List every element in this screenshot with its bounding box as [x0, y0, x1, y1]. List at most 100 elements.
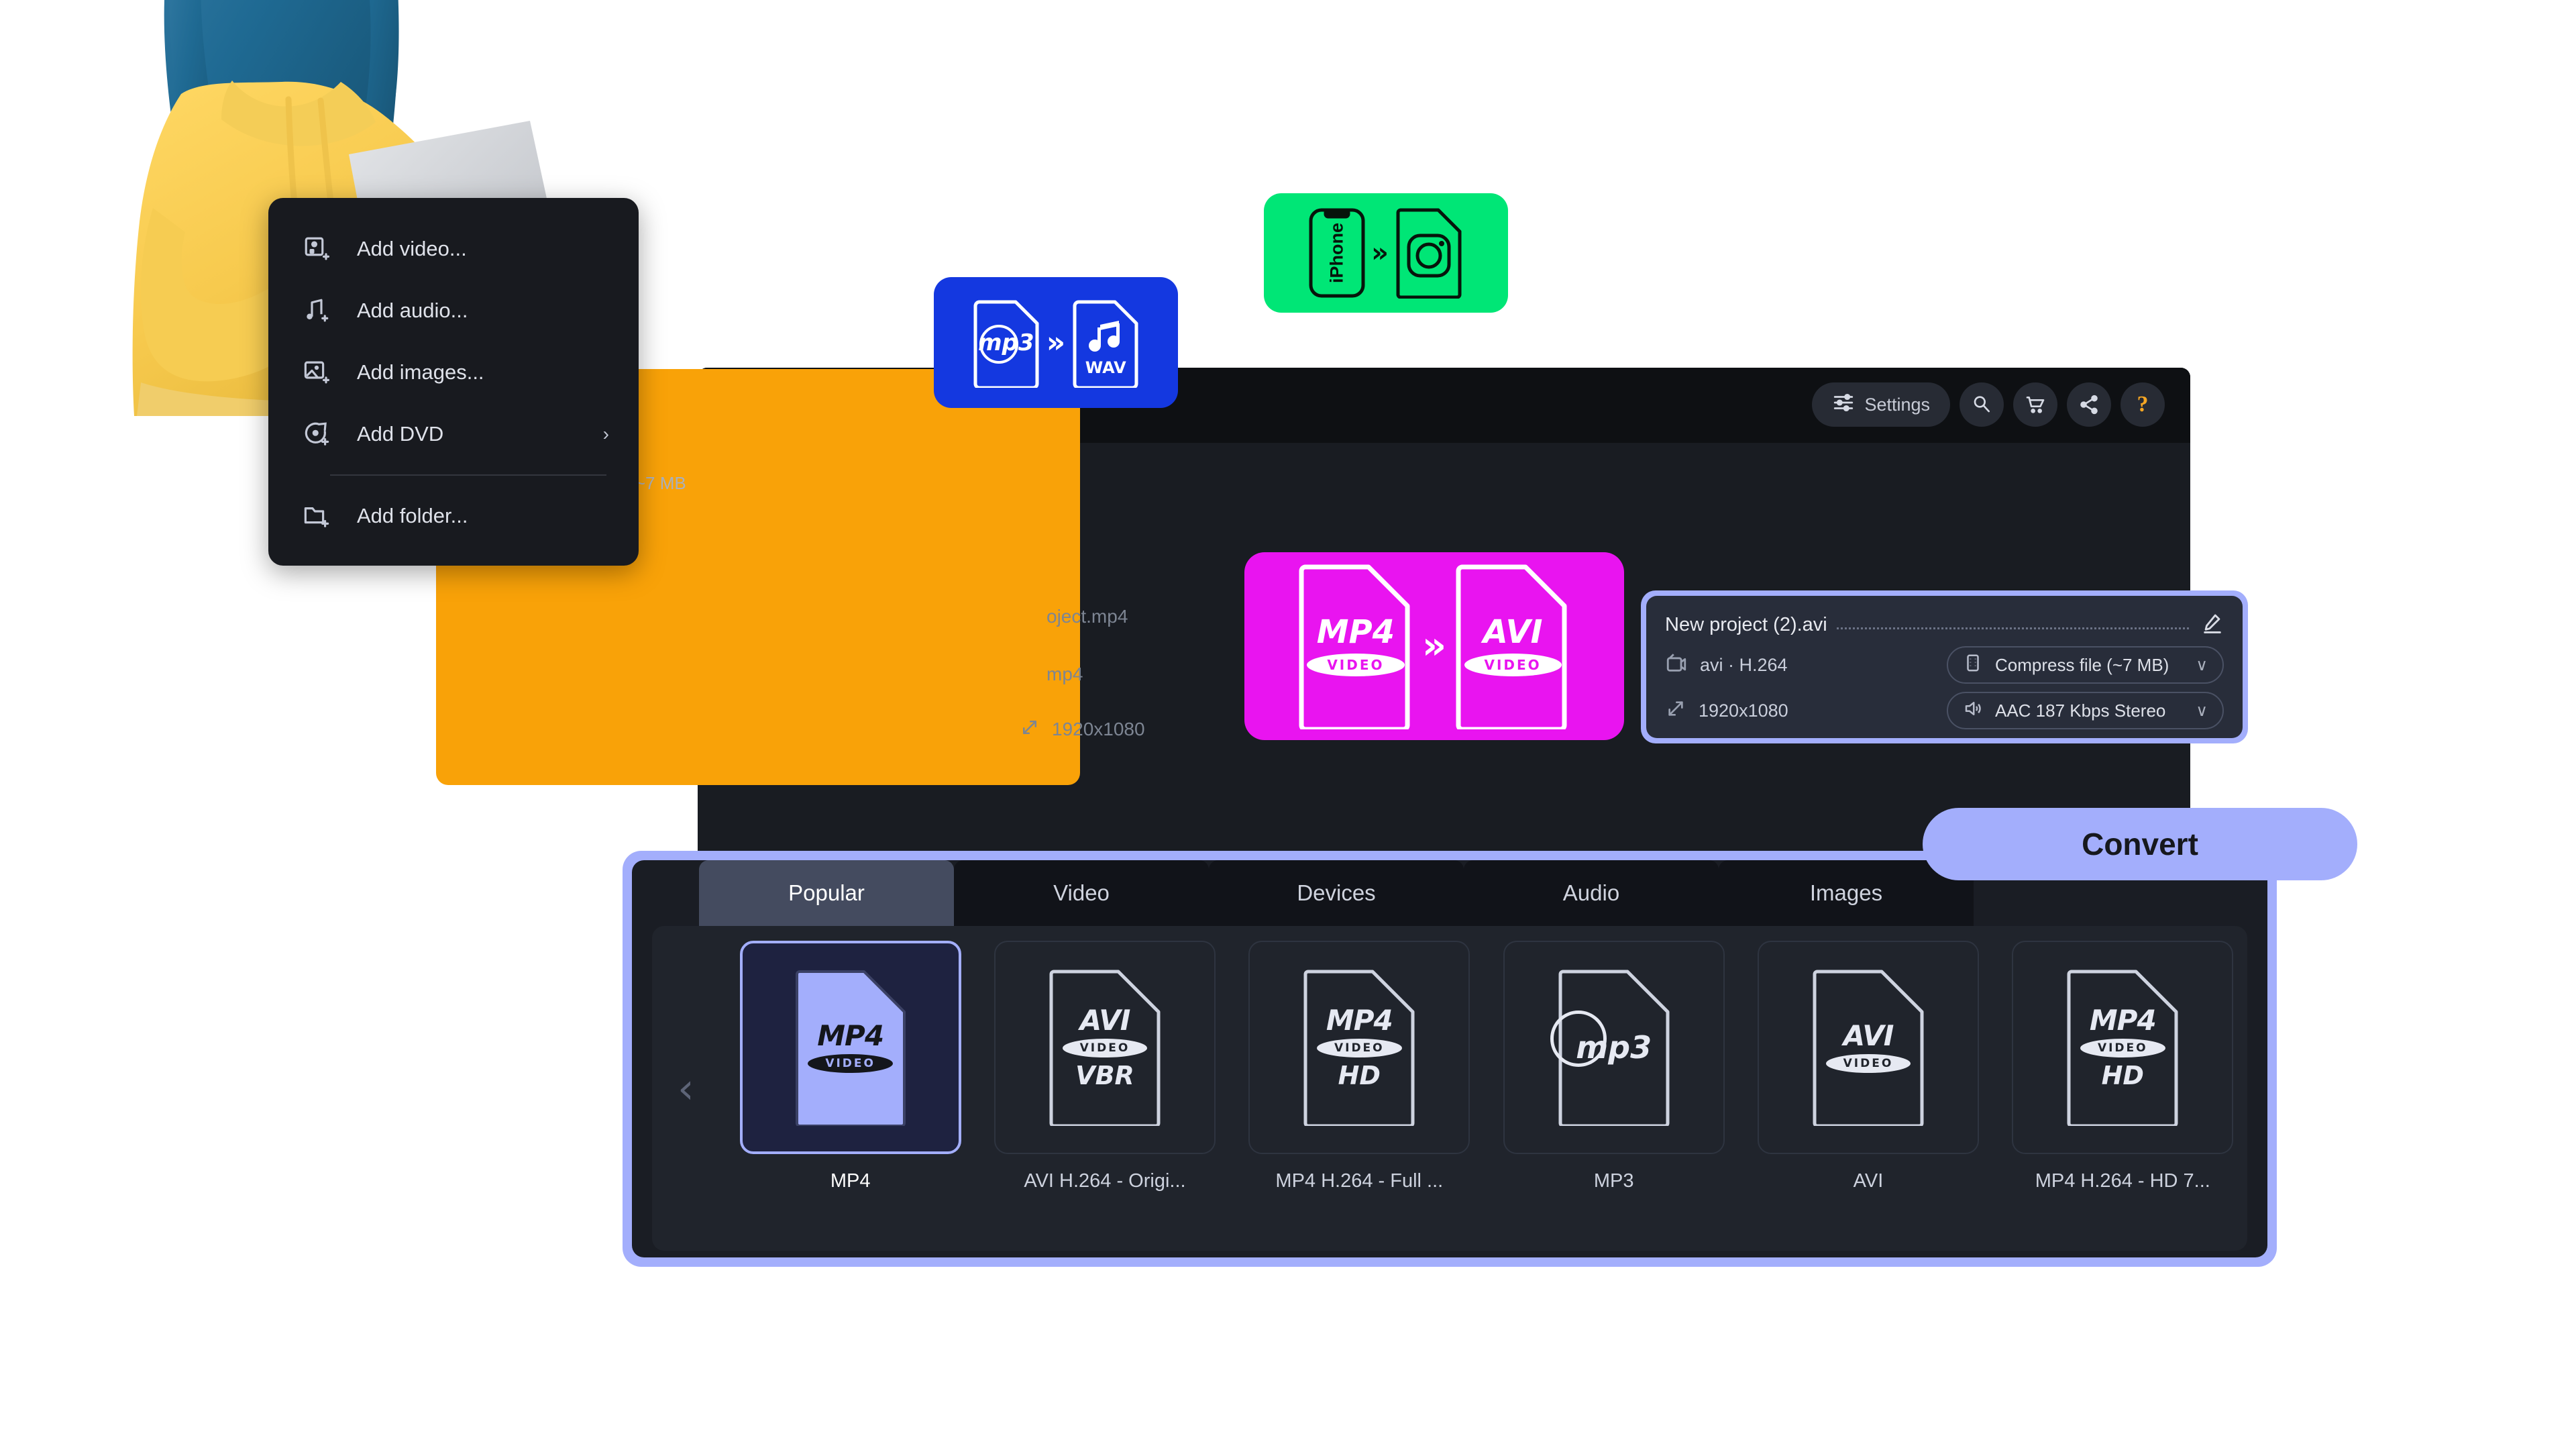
- preset-label: MP4: [830, 1170, 871, 1192]
- search-button[interactable]: [1960, 382, 2004, 427]
- add-audio-icon: [301, 295, 333, 327]
- format-panel: Popular Video Devices Audio Images ‹ MP4…: [632, 860, 2267, 1257]
- menu-item-add-dvd[interactable]: Add DVD ›: [268, 403, 639, 465]
- output-format-info: avi · H.264: [1665, 652, 1947, 679]
- settings-label: Settings: [1864, 394, 1930, 415]
- preset-label: MP4 H.264 - Full ...: [1275, 1170, 1444, 1192]
- mp4-label: MP4: [1316, 613, 1395, 651]
- add-images-icon: [301, 356, 333, 389]
- chevron-down-icon: ∨: [2196, 701, 2208, 720]
- help-icon: ?: [2137, 392, 2149, 417]
- video-pill-label: VIDEO: [1307, 654, 1405, 676]
- output-resolution-row: 1920x1080 AAC 187 Kbps Stereo ∨: [1665, 690, 2224, 731]
- menu-divider: [330, 474, 606, 476]
- output-resolution-value: 1920x1080: [1699, 700, 1788, 721]
- format-panel-highlight: Popular Video Devices Audio Images ‹ MP4…: [623, 851, 2277, 1267]
- preset-mp4-h264-hd-720[interactable]: MP4 VIDEO HD MP4 H.264 - HD 7...: [1998, 941, 2247, 1251]
- resize-icon: [1020, 717, 1040, 741]
- mp4-hd-file-icon: MP4 VIDEO HD: [2063, 969, 2182, 1126]
- pencil-icon[interactable]: [2201, 612, 2224, 638]
- menu-item-label: Add DVD: [357, 422, 444, 446]
- film-strip-icon: [1963, 653, 1983, 678]
- cart-button[interactable]: [2013, 382, 2057, 427]
- video-pill-label: VIDEO: [1464, 654, 1562, 676]
- convert-button[interactable]: Convert: [1923, 808, 2357, 880]
- cart-icon: [2025, 394, 2046, 415]
- preset-thumbnail: mp3: [1503, 941, 1725, 1154]
- menu-item-label: Add folder...: [357, 504, 468, 527]
- iphone-label: iPhone: [1326, 222, 1347, 284]
- tab-label: Devices: [1297, 880, 1376, 905]
- convert-label: Convert: [2082, 827, 2198, 862]
- preset-mp3[interactable]: mp3 MP3: [1489, 941, 1738, 1251]
- preset-label: AVI: [1853, 1170, 1884, 1192]
- preset-mp4[interactable]: MP4 VIDEO MP4: [726, 941, 975, 1251]
- sliders-icon: [1832, 391, 1855, 419]
- settings-button[interactable]: Settings: [1812, 382, 1950, 427]
- menu-item-add-folder[interactable]: Add folder...: [268, 485, 639, 547]
- share-button[interactable]: [2067, 382, 2111, 427]
- add-video-icon: [301, 233, 333, 265]
- badge-iphone-to-instagram: iPhone »: [1264, 193, 1508, 313]
- preset-thumbnail: MP4 VIDEO HD: [2012, 941, 2234, 1154]
- wav-file-icon: WAV: [1071, 298, 1140, 388]
- tab-label: Popular: [788, 880, 865, 905]
- preset-avi[interactable]: AVI VIDEO AVI: [1743, 941, 1992, 1251]
- tab-label: Video: [1053, 880, 1110, 905]
- chevron-right-icon: ›: [602, 423, 609, 444]
- compression-dropdown[interactable]: Compress file (~7 MB) ∨: [1947, 646, 2224, 684]
- preset-thumbnail: MP4 VIDEO HD: [1248, 941, 1470, 1154]
- avi-file-icon: AVI VIDEO: [1809, 969, 1927, 1126]
- preset-mp4-h264-full-hd[interactable]: MP4 VIDEO HD MP4 H.264 - Full ...: [1235, 941, 1484, 1251]
- menu-item-add-audio[interactable]: Add audio...: [268, 280, 639, 342]
- menu-item-add-images[interactable]: Add images...: [268, 342, 639, 403]
- preset-label: MP4 H.264 - HD 7...: [2035, 1170, 2210, 1192]
- badge-mp3-to-wav: mp3 » WAV: [934, 277, 1178, 408]
- menu-item-label: Add audio...: [357, 299, 468, 322]
- output-format-row: avi · H.264 Compress file (~7 MB) ∨: [1665, 644, 2224, 686]
- tab-label: Images: [1809, 880, 1883, 905]
- tab-label: Audio: [1562, 880, 1620, 905]
- badge-mp4-to-avi: MP4 VIDEO » AVI VIDEO: [1244, 552, 1624, 740]
- menu-item-label: Add images...: [357, 360, 484, 384]
- output-settings-highlight: New project (2).avi avi · H.264 Compress…: [1641, 590, 2248, 743]
- conversion-arrow-icon: »: [1046, 325, 1066, 360]
- share-icon: [2078, 394, 2100, 415]
- search-icon: [1971, 394, 1992, 415]
- output-settings-panel: New project (2).avi avi · H.264 Compress…: [1646, 596, 2243, 738]
- file-name-fragment: oject.mp4: [1046, 606, 1128, 627]
- instagram-file-icon: [1394, 207, 1464, 299]
- music-note-icon: [1089, 320, 1120, 352]
- output-filename: New project (2).avi: [1665, 613, 1827, 635]
- tab-audio[interactable]: Audio: [1464, 860, 1719, 926]
- add-media-context-menu: Add video... Add audio... Add images... …: [268, 198, 639, 566]
- preset-label: MP3: [1593, 1170, 1634, 1192]
- carousel-prev-button[interactable]: ‹: [678, 1064, 694, 1113]
- preset-thumbnail: MP4 VIDEO: [739, 941, 961, 1154]
- audio-dropdown[interactable]: AAC 187 Kbps Stereo ∨: [1947, 692, 2224, 729]
- dotted-leader: [1836, 627, 2189, 629]
- preset-label: AVI H.264 - Origi...: [1024, 1170, 1186, 1192]
- mp4-file-icon: MP4 VIDEO: [792, 969, 910, 1126]
- menu-item-label: Add video...: [357, 237, 467, 260]
- chevron-down-icon: ∨: [2196, 656, 2208, 674]
- file-resolution: 1920x1080: [1020, 717, 1145, 741]
- menu-item-add-video[interactable]: Add video...: [268, 218, 639, 280]
- preset-thumbnail: AVI VIDEO: [1757, 941, 1979, 1154]
- screenshot-root: Settings ? ~7 MB oject.mp4 mp4 1920x1080…: [0, 0, 2576, 1450]
- tab-devices[interactable]: Devices: [1209, 860, 1464, 926]
- presets-list: MP4 VIDEO MP4 AVI VIDEO VBR AVI H.264 - …: [726, 941, 2247, 1251]
- compression-value: Compress file (~7 MB): [1995, 654, 2169, 675]
- file-resolution-label: 1920x1080: [1052, 718, 1145, 739]
- wav-label: WAV: [1085, 358, 1126, 377]
- file-format-fragment: mp4: [1046, 664, 1083, 684]
- add-folder-icon: [301, 500, 333, 532]
- tab-video[interactable]: Video: [954, 860, 1209, 926]
- help-button[interactable]: ?: [2121, 382, 2165, 427]
- iphone-icon: iPhone: [1308, 207, 1366, 299]
- conversion-arrow-icon: »: [1421, 624, 1447, 668]
- tab-popular[interactable]: Popular: [699, 860, 954, 926]
- preset-avi-h264-original[interactable]: AVI VIDEO VBR AVI H.264 - Origi...: [980, 941, 1229, 1251]
- resize-icon: [1665, 698, 1686, 724]
- mp3-logo-circle: [979, 324, 1018, 364]
